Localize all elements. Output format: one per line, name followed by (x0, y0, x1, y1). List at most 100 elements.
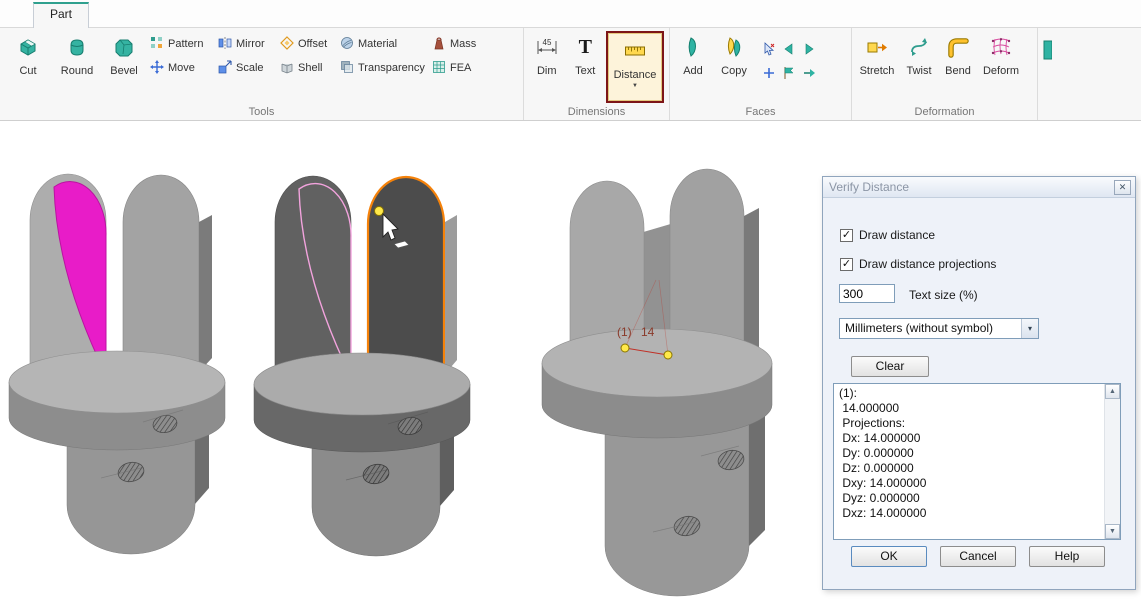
measure-point-1[interactable] (621, 344, 629, 352)
units-dropdown[interactable]: Millimeters (without symbol) ▾ (839, 318, 1039, 339)
scroll-down-icon[interactable]: ▼ (1105, 524, 1120, 539)
face-forward-icon[interactable] (799, 61, 819, 85)
results-box[interactable]: (1): 14.000000 Projections: Dx: 14.00000… (833, 383, 1121, 540)
distance-button[interactable]: Distance ▼ (608, 33, 662, 101)
ribbon: Cut Round Bevel Patt (0, 27, 1141, 121)
shell-button[interactable]: Shell (277, 60, 337, 76)
scale-label: Scale (236, 62, 264, 74)
face-select-icon[interactable] (759, 37, 779, 61)
ok-button[interactable]: OK (851, 546, 927, 567)
bend-button[interactable]: Bend (939, 30, 977, 102)
round-button[interactable]: Round (53, 30, 101, 102)
distance-annotation-box: Distance ▼ (606, 31, 664, 103)
clipped-button-icon[interactable] (1042, 38, 1052, 69)
checkbox-check-icon: ✓ (840, 229, 853, 242)
dimension-value: 14 (641, 325, 655, 339)
material-transparency-stack: Material Transparency (337, 30, 429, 76)
help-button[interactable]: Help (1029, 546, 1105, 567)
dim-button[interactable]: 45 Dim (527, 30, 566, 102)
deform-button[interactable]: Deform (977, 30, 1025, 102)
draw-distance-checkbox[interactable]: ✓ Draw distance (840, 228, 935, 242)
draw-projections-checkbox[interactable]: ✓ Draw distance projections (840, 257, 996, 271)
measure-point-2[interactable] (664, 351, 672, 359)
material-button[interactable]: Material (337, 36, 429, 52)
right-prong-face[interactable] (123, 175, 199, 382)
mass-fea-stack: Mass FEA (429, 30, 485, 76)
checkbox-check-icon: ✓ (840, 258, 853, 271)
twist-button[interactable]: Twist (899, 30, 939, 102)
fea-icon (432, 60, 446, 77)
material-label: Material (358, 38, 397, 50)
bend-icon (947, 34, 969, 60)
close-icon[interactable]: ✕ (1114, 180, 1131, 195)
move-icon (150, 60, 164, 77)
bevel-button[interactable]: Bevel (101, 30, 147, 102)
tools-buttons: Cut Round Bevel Patt (0, 28, 523, 104)
right-prong-side[interactable] (199, 215, 212, 372)
mirror-button[interactable]: Mirror (215, 36, 277, 52)
dropdown-arrow-icon[interactable]: ▾ (1021, 319, 1038, 338)
part-model-1[interactable] (5, 160, 240, 560)
part-model-3[interactable]: (1) 14 (535, 158, 815, 599)
face-add-icon[interactable] (759, 61, 779, 85)
faces-group-label: Faces (670, 106, 851, 118)
dim-icon-text: 45 (542, 38, 551, 47)
text-label: Text (575, 65, 595, 77)
ribbon-group-clipped (1038, 28, 1141, 120)
face-prev-icon[interactable] (779, 37, 799, 61)
text-button[interactable]: T Text (566, 30, 604, 102)
scroll-up-icon[interactable]: ▲ (1105, 384, 1120, 399)
deform-icon (990, 34, 1012, 60)
flange-top[interactable] (542, 329, 772, 397)
dialog-title: Verify Distance (829, 180, 909, 194)
ribbon-group-faces: Add Copy Faces (670, 28, 852, 120)
transparency-button[interactable]: Transparency (337, 60, 429, 76)
text-size-label: Text size (%) (909, 288, 978, 302)
deformation-group-label: Deformation (852, 106, 1037, 118)
twist-icon (908, 34, 930, 60)
cut-button[interactable]: Cut (3, 30, 53, 102)
mass-button[interactable]: Mass (429, 36, 485, 52)
tab-part[interactable]: Part (33, 2, 89, 28)
results-scrollbar[interactable]: ▲ ▼ (1104, 384, 1120, 539)
distance-dropdown-caret-icon[interactable]: ▼ (632, 83, 638, 89)
offset-button[interactable]: Offset (277, 36, 337, 52)
scale-icon (218, 60, 232, 77)
right-prong-side[interactable] (445, 215, 457, 374)
flange-top[interactable] (9, 351, 225, 413)
text-size-input[interactable] (839, 284, 895, 303)
scale-button[interactable]: Scale (215, 60, 277, 76)
cut-label: Cut (19, 65, 36, 77)
cancel-button[interactable]: Cancel (940, 546, 1016, 567)
viewport-canvas[interactable]: (1) 14 Verify Distance ✕ ✓ Draw distance… (0, 122, 1141, 599)
app-window: Part Cut Round (0, 0, 1141, 599)
add-face-button[interactable]: Add (673, 30, 713, 102)
ribbon-group-tools: Cut Round Bevel Patt (0, 28, 524, 120)
face-flag-icon[interactable] (779, 61, 799, 85)
dialog-titlebar[interactable]: Verify Distance (823, 177, 1135, 198)
move-button[interactable]: Move (147, 60, 215, 76)
faces-buttons: Add Copy (670, 28, 851, 104)
dim-label: Dim (537, 65, 557, 77)
round-label: Round (61, 65, 93, 77)
text-icon: T (579, 34, 592, 60)
deformation-buttons: Stretch Twist Bend (852, 28, 1037, 104)
faces-tool-cluster (759, 30, 819, 85)
pattern-move-stack: Pattern Move (147, 30, 215, 76)
clear-button[interactable]: Clear (851, 356, 929, 377)
shell-label: Shell (298, 62, 322, 74)
part-model-2[interactable] (250, 162, 485, 562)
face-next-icon[interactable] (799, 37, 819, 61)
bend-label: Bend (945, 65, 971, 77)
fea-button[interactable]: FEA (429, 60, 485, 76)
cut-icon (17, 34, 39, 60)
stretch-button[interactable]: Stretch (855, 30, 899, 102)
right-prong-side[interactable] (744, 208, 759, 364)
dimensions-buttons: 45 Dim T Text Distance ▼ (524, 28, 669, 104)
transparency-label: Transparency (358, 62, 425, 74)
pattern-button[interactable]: Pattern (147, 36, 215, 52)
flange-top[interactable] (254, 353, 470, 415)
stretch-label: Stretch (860, 65, 895, 77)
copy-face-button[interactable]: Copy (713, 30, 755, 102)
twist-label: Twist (906, 65, 931, 77)
